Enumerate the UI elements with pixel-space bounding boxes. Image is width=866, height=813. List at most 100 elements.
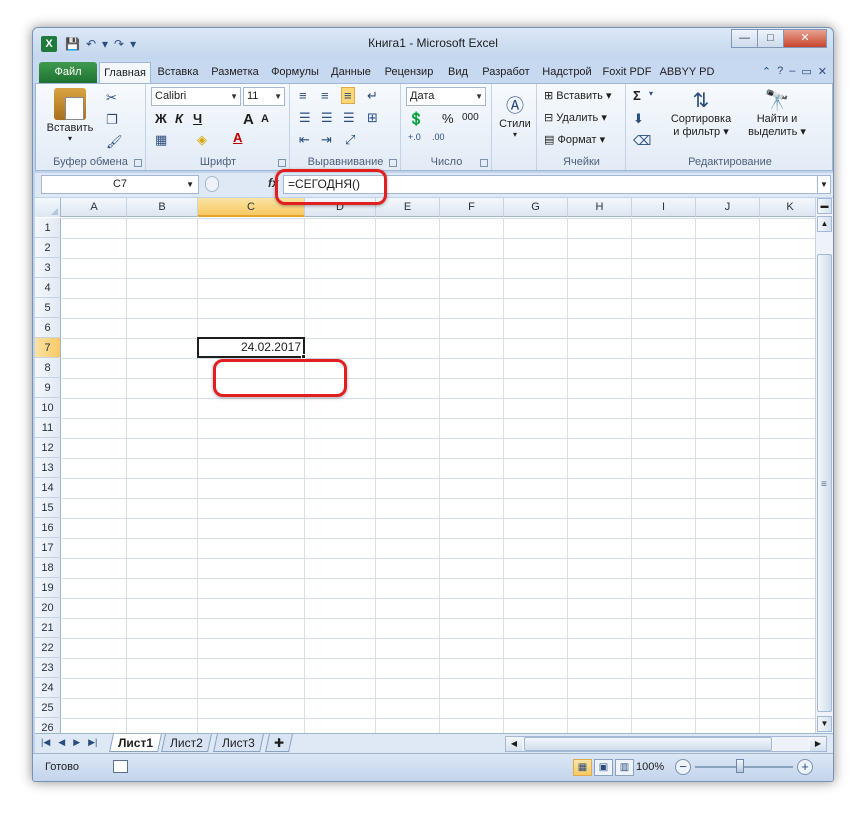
column-header[interactable]: D — [305, 198, 376, 217]
format-painter-icon[interactable]: 🖌 — [106, 134, 123, 150]
dialog-launcher-icon[interactable] — [134, 159, 142, 167]
decrease-indent-icon[interactable]: ⇤ — [299, 132, 310, 148]
first-sheet-icon[interactable]: |◀ — [41, 737, 50, 748]
underline-button[interactable]: Ч — [193, 111, 202, 126]
next-sheet-icon[interactable]: ▶ — [73, 737, 80, 748]
tab-file[interactable]: Файл — [39, 62, 97, 83]
insert-cells-button[interactable]: ⊞ Вставить ▾ — [544, 89, 612, 102]
workbook-restore-icon[interactable]: ▭ — [801, 65, 811, 78]
column-header[interactable]: B — [127, 198, 198, 217]
font-name-combo[interactable]: Calibri ▼ — [151, 87, 241, 106]
sheet-tab-2[interactable]: Лист2 — [161, 734, 212, 752]
select-all-button[interactable] — [35, 198, 61, 217]
row-header[interactable]: 14 — [35, 478, 61, 498]
scroll-up-button[interactable]: ▲ — [817, 216, 832, 232]
split-box-icon[interactable]: ▬ — [817, 198, 832, 214]
normal-view-icon[interactable]: ▦ — [573, 759, 592, 776]
tab-data[interactable]: Данные — [325, 62, 377, 83]
minimize-button[interactable]: — — [731, 29, 758, 48]
italic-button[interactable]: К — [175, 111, 183, 126]
row-header[interactable]: 19 — [35, 578, 61, 598]
borders-icon[interactable]: ▦ — [155, 132, 167, 148]
dialog-launcher-icon[interactable] — [480, 159, 488, 167]
row-header[interactable]: 24 — [35, 678, 61, 698]
scroll-left-button[interactable]: ◀ — [506, 737, 522, 751]
zoom-in-button[interactable]: + — [797, 759, 813, 775]
formula-bar-toggle-icon[interactable] — [205, 176, 219, 192]
row-header[interactable]: 8 — [35, 358, 61, 378]
zoom-level[interactable]: 100% — [636, 761, 664, 773]
align-center-icon[interactable]: ☰ — [321, 110, 333, 126]
row-header[interactable]: 4 — [35, 278, 61, 298]
align-bottom-icon[interactable]: ≡ — [341, 87, 355, 104]
column-header[interactable]: C — [198, 198, 305, 217]
insert-sheet-icon[interactable]: ✚ — [265, 734, 293, 752]
close-button[interactable]: ✕ — [783, 29, 827, 48]
zoom-slider-thumb[interactable] — [736, 759, 744, 773]
increase-indent-icon[interactable]: ⇥ — [321, 132, 332, 148]
tab-formulas[interactable]: Формулы — [266, 62, 324, 83]
fill-handle[interactable] — [301, 354, 306, 359]
currency-icon[interactable]: 💲 — [408, 111, 424, 127]
column-header[interactable]: E — [376, 198, 440, 217]
autosum-button[interactable]: Σ — [633, 88, 641, 103]
number-format-combo[interactable]: Дата ▼ — [406, 87, 486, 106]
row-header[interactable]: 2 — [35, 238, 61, 258]
vertical-scroll-thumb[interactable] — [817, 254, 832, 712]
shrink-font-button[interactable]: A — [261, 113, 269, 125]
paste-dropdown-icon[interactable]: ▾ — [44, 134, 96, 143]
name-box[interactable]: C7 ▼ — [41, 175, 199, 194]
row-header[interactable]: 12 — [35, 438, 61, 458]
tab-foxit-pdf[interactable]: Foxit PDF — [598, 62, 656, 83]
dialog-launcher-icon[interactable] — [278, 159, 286, 167]
column-header[interactable]: K — [760, 198, 821, 217]
row-header[interactable]: 25 — [35, 698, 61, 718]
scroll-right-button[interactable]: ▶ — [810, 737, 826, 751]
paste-button[interactable]: Вставить ▾ — [44, 88, 96, 143]
row-header[interactable]: 23 — [35, 658, 61, 678]
format-cells-button[interactable]: ▤ Формат ▾ — [544, 133, 605, 146]
decrease-decimal-icon[interactable]: .00 — [432, 132, 445, 142]
row-header[interactable]: 11 — [35, 418, 61, 438]
bold-button[interactable]: Ж — [155, 111, 167, 126]
tab-view[interactable]: Вид — [441, 62, 475, 83]
orientation-icon[interactable]: ⤢ — [345, 132, 355, 148]
insert-function-button[interactable]: fx — [268, 176, 279, 190]
page-layout-view-icon[interactable]: ▣ — [594, 759, 613, 776]
row-header[interactable]: 3 — [35, 258, 61, 278]
styles-button[interactable]: Ⓐ Стили ▾ — [495, 92, 535, 139]
align-right-icon[interactable]: ☰ — [343, 110, 355, 126]
sheet-tab-1[interactable]: Лист1 — [109, 734, 162, 752]
tab-developer[interactable]: Разработ — [476, 62, 536, 83]
row-header[interactable]: 9 — [35, 378, 61, 398]
tab-home[interactable]: Главная — [99, 62, 151, 83]
chevron-down-icon[interactable]: ▼ — [186, 176, 194, 193]
align-middle-icon[interactable]: ≡ — [321, 88, 329, 103]
column-header[interactable]: H — [568, 198, 632, 217]
row-header[interactable]: 20 — [35, 598, 61, 618]
dialog-launcher-icon[interactable] — [389, 159, 397, 167]
tab-abbyy-pdf[interactable]: ABBYY PD — [657, 62, 717, 83]
column-header[interactable]: F — [440, 198, 504, 217]
help-icon[interactable]: ? — [777, 65, 783, 78]
cut-icon[interactable]: ✂ — [106, 90, 117, 106]
fill-icon[interactable]: ⬇ — [633, 111, 644, 127]
row-header[interactable]: 22 — [35, 638, 61, 658]
copy-icon[interactable]: ❐ — [106, 112, 118, 128]
row-header[interactable]: 5 — [35, 298, 61, 318]
tab-review[interactable]: Рецензир — [378, 62, 440, 83]
font-color-button[interactable]: A — [233, 130, 242, 145]
row-header[interactable]: 21 — [35, 618, 61, 638]
grow-font-button[interactable]: A — [243, 111, 254, 128]
row-header[interactable]: 17 — [35, 538, 61, 558]
formula-input[interactable]: =СЕГОДНЯ() — [283, 175, 819, 194]
minimize-ribbon-icon[interactable]: ⌃ — [762, 65, 771, 78]
increase-decimal-icon[interactable]: +.0 — [408, 132, 421, 142]
row-header[interactable]: 6 — [35, 318, 61, 338]
find-select-button[interactable]: 🔭 Найти и выделить ▾ — [743, 88, 811, 138]
column-header[interactable]: I — [632, 198, 696, 217]
prev-sheet-icon[interactable]: ◀ — [58, 737, 65, 748]
percent-button[interactable]: % — [442, 111, 454, 126]
last-sheet-icon[interactable]: ▶| — [88, 737, 97, 748]
align-left-icon[interactable]: ☰ — [299, 110, 311, 126]
